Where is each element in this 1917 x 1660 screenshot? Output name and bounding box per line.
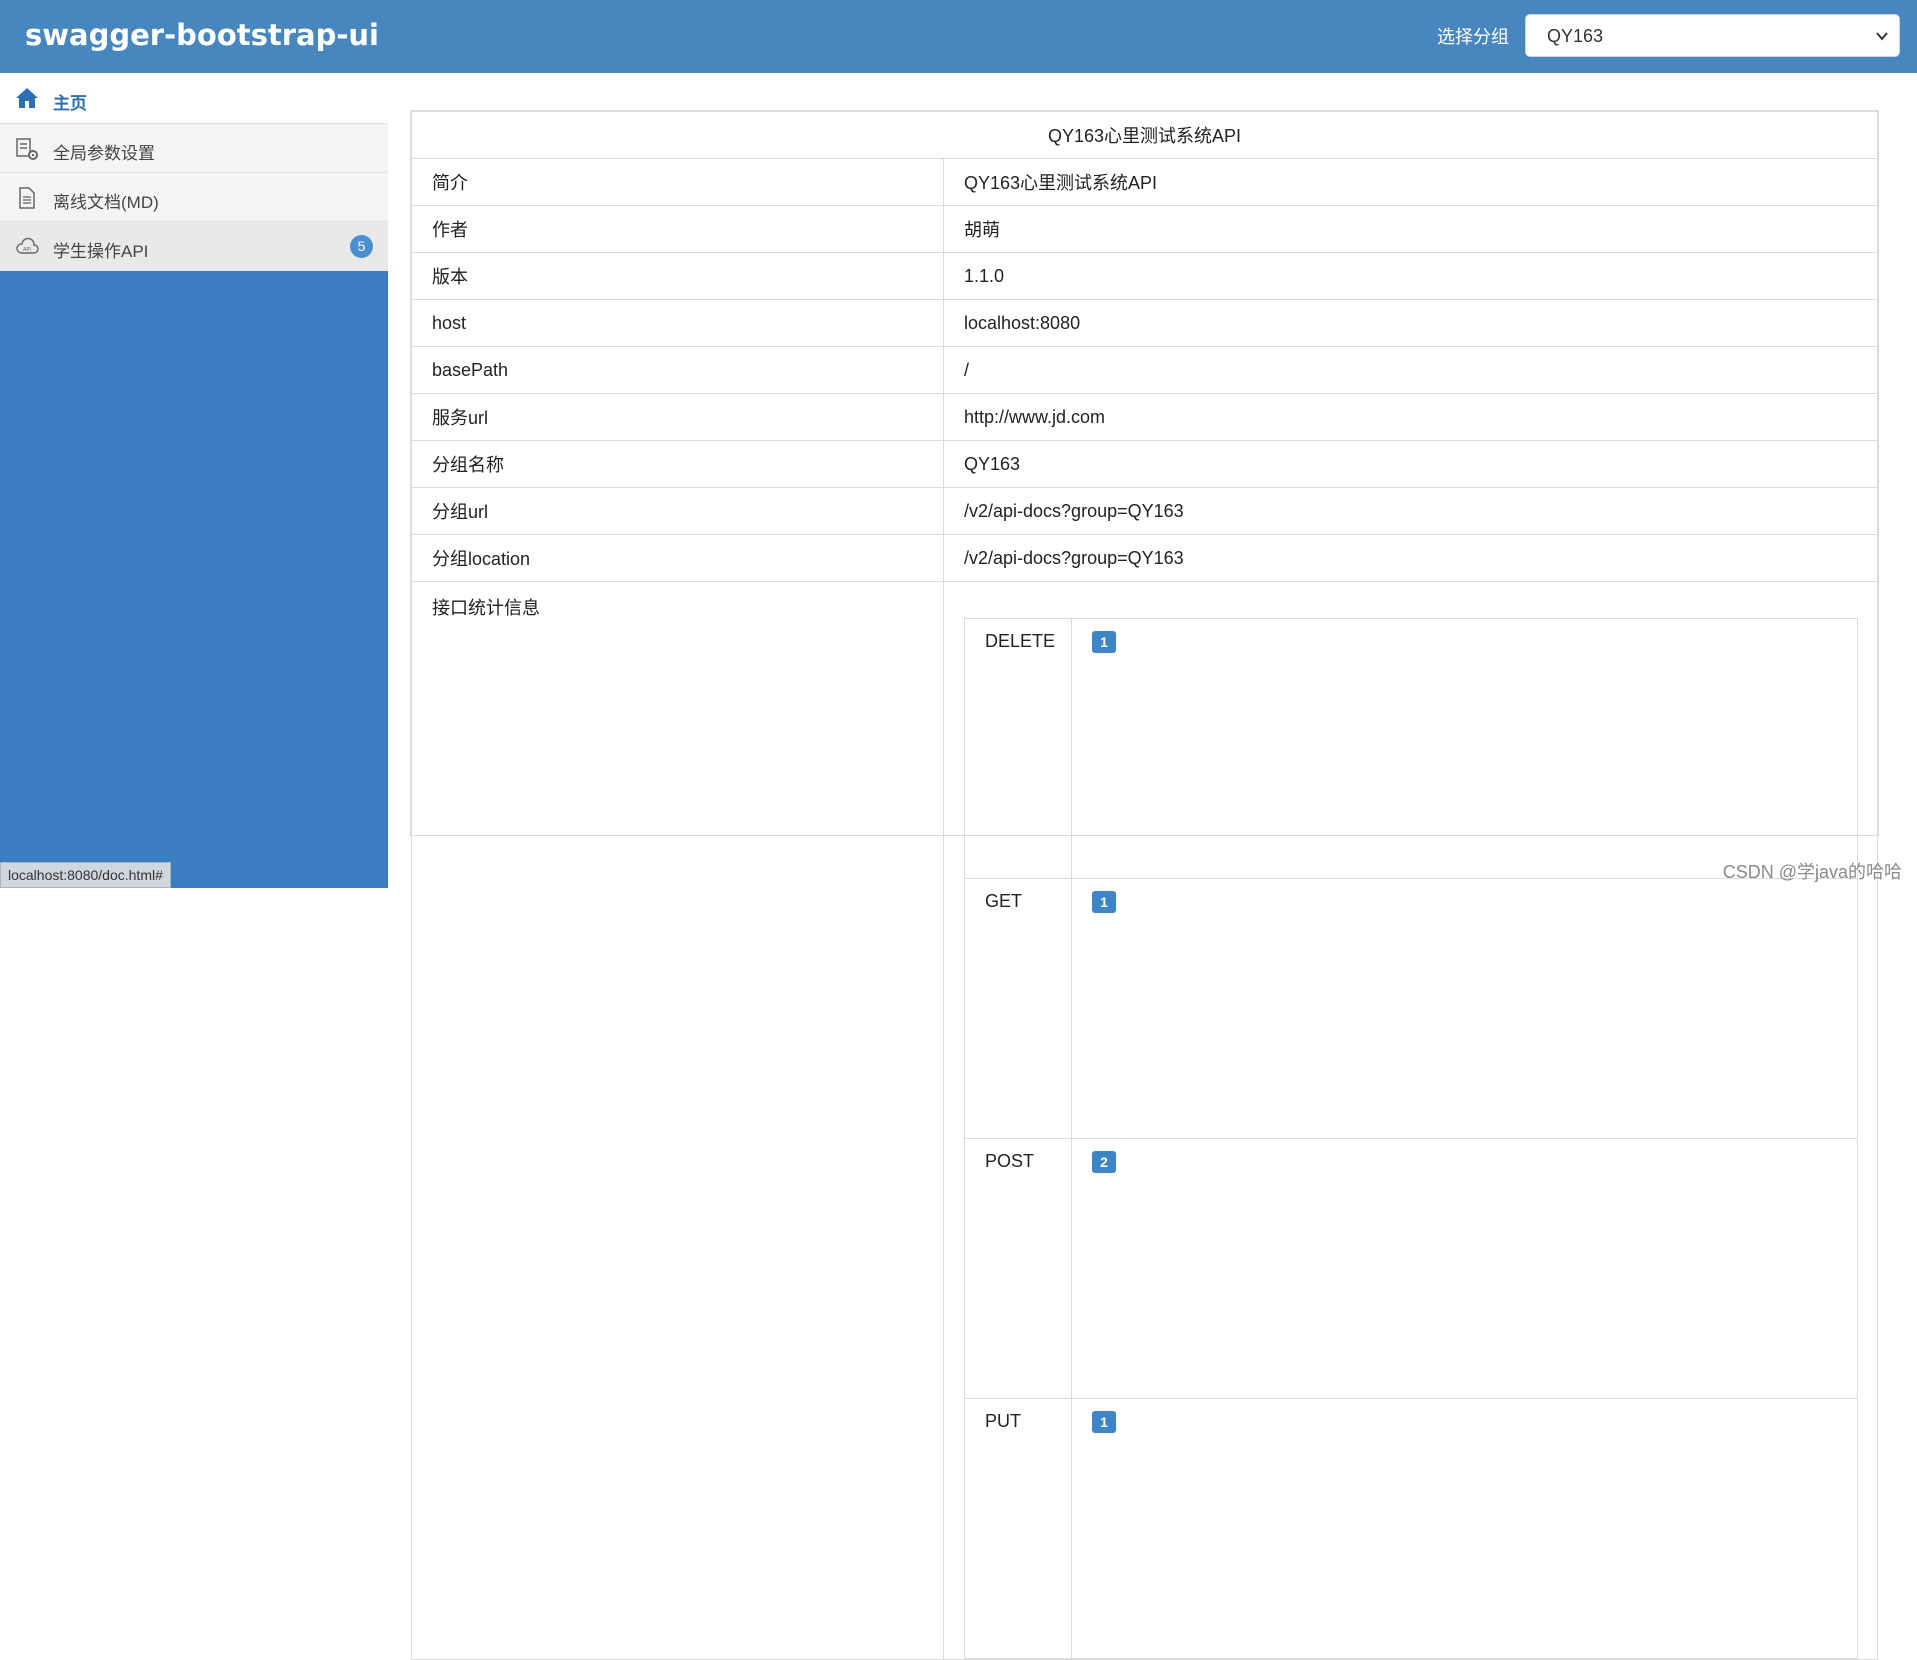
row-key: 分组location xyxy=(411,534,944,582)
group-select[interactable]: QY163 xyxy=(1525,14,1900,57)
stats-row: POST 2 xyxy=(964,1138,1858,1399)
row-value: 1.1.0 xyxy=(943,252,1878,300)
method-count-cell: 1 xyxy=(1071,1398,1858,1659)
browser-status-bar: localhost:8080/doc.html# xyxy=(0,862,171,888)
api-info-panel: QY163心里测试系统API 简介 QY163心里测试系统API 作者 胡萌 版… xyxy=(410,110,1879,1660)
row-value: 胡萌 xyxy=(943,205,1878,253)
home-icon xyxy=(16,88,38,108)
document-icon xyxy=(19,187,35,209)
row-value: QY163 xyxy=(943,440,1878,488)
app-brand[interactable]: swagger-bootstrap-ui xyxy=(25,18,379,52)
group-select-value: QY163 xyxy=(1547,26,1604,46)
row-key: 分组url xyxy=(411,487,944,535)
sidebar-item-label: 学生操作API xyxy=(53,242,149,261)
count-badge: 5 xyxy=(350,235,373,258)
table-row: basePath / xyxy=(411,346,1878,394)
row-value: localhost:8080 xyxy=(943,299,1878,347)
method-count-cell: 1 xyxy=(1071,878,1858,1139)
table-row: host localhost:8080 xyxy=(411,299,1878,347)
table-row: 分组location /v2/api-docs?group=QY163 xyxy=(411,534,1878,582)
sidebar-item-global-params[interactable]: 全局参数设置 xyxy=(0,124,388,173)
stats-label: 接口统计信息 xyxy=(411,581,944,1660)
api-title: QY163心里测试系统API xyxy=(411,111,1878,159)
sidebar-item-label: 主页 xyxy=(53,94,87,113)
method-count-cell: 2 xyxy=(1071,1138,1858,1399)
table-row: 简介 QY163心里测试系统API xyxy=(411,158,1878,206)
api-cloud-icon: API xyxy=(16,237,39,254)
count-badge: 1 xyxy=(1092,891,1116,913)
row-value: QY163心里测试系统API xyxy=(943,158,1878,206)
row-key: 简介 xyxy=(411,158,944,206)
chevron-down-icon xyxy=(1876,32,1888,41)
settings-doc-icon xyxy=(16,138,38,160)
method-name: PUT xyxy=(964,1398,1072,1659)
svg-text:API: API xyxy=(23,247,31,253)
sidebar-menu: 主页 全局参数设置 离线文档(MD) API 学生操作API 5 xyxy=(0,73,388,271)
count-badge: 1 xyxy=(1092,631,1116,653)
group-select-label: 选择分组 xyxy=(1437,27,1509,47)
sidebar-item-student-api[interactable]: API 学生操作API 5 xyxy=(0,222,388,271)
sidebar: 主页 全局参数设置 离线文档(MD) API 学生操作API 5 xyxy=(0,73,388,888)
table-row: 作者 胡萌 xyxy=(411,205,1878,253)
table-row: 服务url http://www.jd.com xyxy=(411,393,1878,441)
row-value: / xyxy=(943,346,1878,394)
method-name: GET xyxy=(964,878,1072,1139)
table-row: 接口统计信息 DELETE 1 GET 1 POST 2 PUT 1 xyxy=(411,581,1878,1660)
count-badge: 2 xyxy=(1092,1151,1116,1173)
method-name: POST xyxy=(964,1138,1072,1399)
row-key: basePath xyxy=(411,346,944,394)
row-key: 分组名称 xyxy=(411,440,944,488)
row-value: /v2/api-docs?group=QY163 xyxy=(943,487,1878,535)
api-info-table: QY163心里测试系统API 简介 QY163心里测试系统API 作者 胡萌 版… xyxy=(411,111,1878,1660)
stats-cell: DELETE 1 GET 1 POST 2 PUT 1 xyxy=(943,581,1878,1660)
sidebar-item-label: 全局参数设置 xyxy=(53,144,155,163)
method-name: DELETE xyxy=(964,618,1072,879)
row-key: 服务url xyxy=(411,393,944,441)
row-value: http://www.jd.com xyxy=(943,393,1878,441)
stats-row: DELETE 1 xyxy=(964,618,1858,879)
sidebar-item-label: 离线文档(MD) xyxy=(53,193,159,212)
method-count-cell: 1 xyxy=(1071,618,1858,879)
table-row: 版本 1.1.0 xyxy=(411,252,1878,300)
row-key: 版本 xyxy=(411,252,944,300)
sidebar-item-offline-docs[interactable]: 离线文档(MD) xyxy=(0,173,388,222)
stats-row: GET 1 xyxy=(964,878,1858,1139)
stats-row: PUT 1 xyxy=(964,1398,1858,1659)
table-row: 分组url /v2/api-docs?group=QY163 xyxy=(411,487,1878,535)
sidebar-item-home[interactable]: 主页 xyxy=(0,73,388,124)
stats-table: DELETE 1 GET 1 POST 2 PUT 1 xyxy=(964,618,1858,1659)
count-badge: 1 xyxy=(1092,1411,1116,1433)
row-key: 作者 xyxy=(411,205,944,253)
row-key: host xyxy=(411,299,944,347)
table-row: 分组名称 QY163 xyxy=(411,440,1878,488)
top-header: swagger-bootstrap-ui 选择分组 QY163 xyxy=(0,0,1917,73)
watermark: CSDN @学java的哈哈 xyxy=(1722,862,1902,882)
row-value: /v2/api-docs?group=QY163 xyxy=(943,534,1878,582)
